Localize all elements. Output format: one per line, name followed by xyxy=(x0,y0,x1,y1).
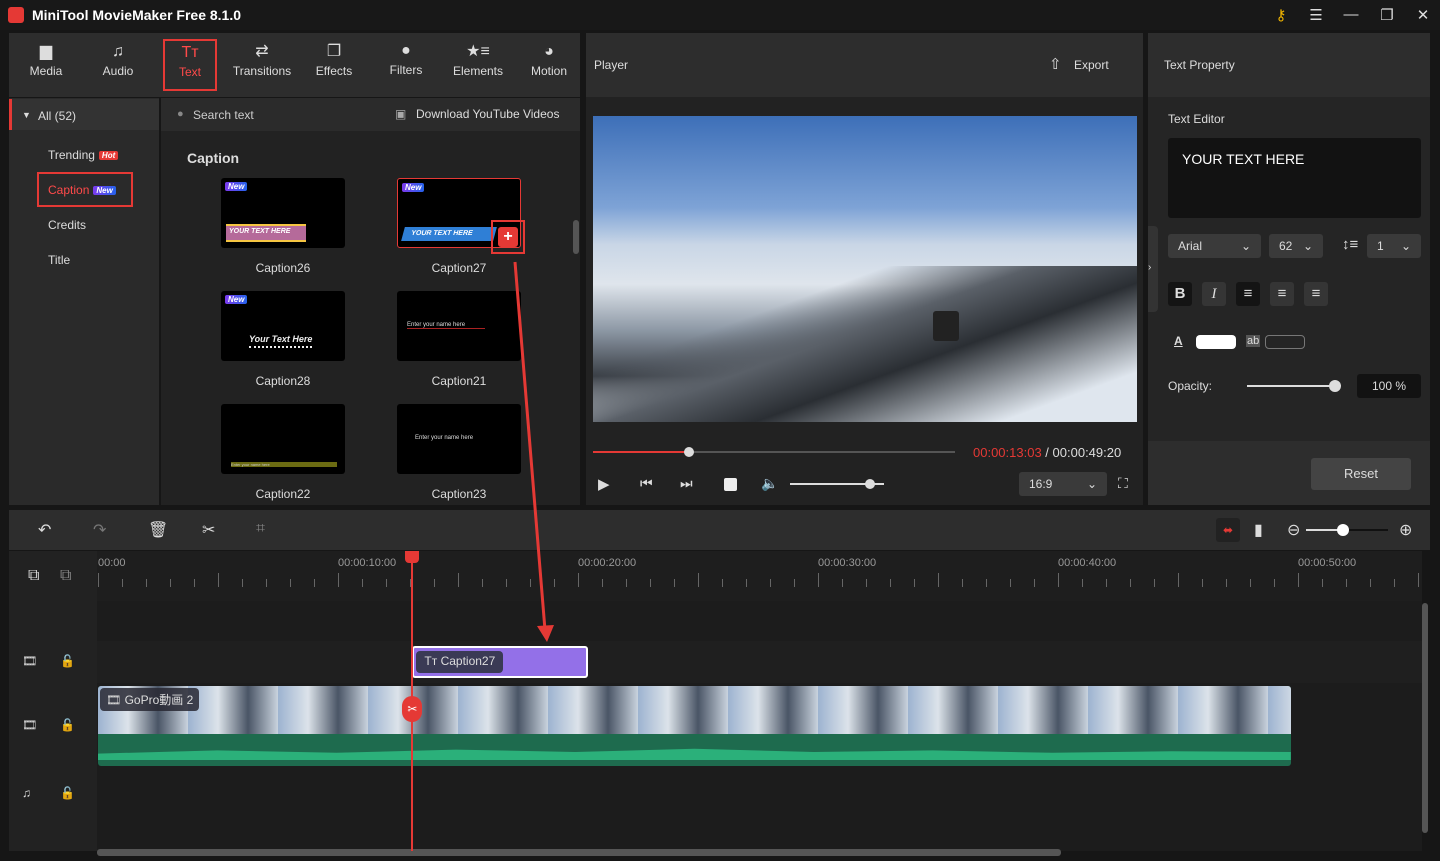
annotation-arrow xyxy=(513,261,554,642)
